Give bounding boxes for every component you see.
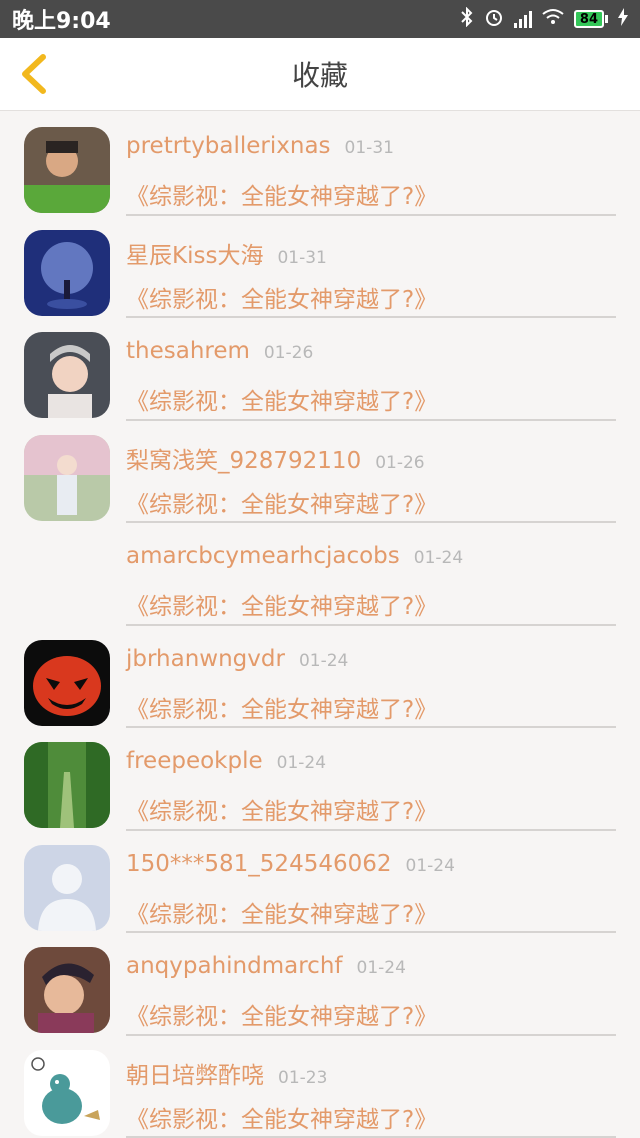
list-item[interactable]: anqypahindmarchf 01-24 《综影视：全能女神穿越了?》 (0, 933, 640, 1036)
chevron-left-icon (22, 54, 46, 94)
user-name: pretrtyballerixnas (126, 133, 331, 159)
date: 01-31 (277, 247, 327, 268)
list-item[interactable]: 150***581_524546062 01-24 《综影视：全能女神穿越了?》 (0, 831, 640, 933)
status-bar: 晚上9:04 84 (0, 0, 640, 38)
list-item[interactable]: amarcbcymearhcjacobs 01-24 《综影视：全能女神穿越了?》 (0, 523, 640, 626)
avatar (24, 947, 110, 1033)
status-time: 晚上9:04 (12, 9, 111, 34)
signal-icon (513, 10, 532, 28)
avatar (24, 434, 110, 521)
book-title: 《综影视：全能女神穿越了?》 (126, 1106, 438, 1133)
date: 01-24 (413, 548, 464, 568)
date: 01-24 (405, 855, 455, 876)
nav-bar: 收藏 (0, 38, 640, 111)
date: 01-26 (263, 343, 314, 363)
book-title: 《综影视：全能女神穿越了?》 (126, 594, 438, 620)
date: 01-26 (375, 452, 425, 473)
user-name: thesahrem (126, 338, 250, 364)
list-item[interactable]: jbrhanwngvdr 01-24 《综影视：全能女神穿越了?》 (0, 626, 640, 728)
list-item[interactable]: 梨窝浅笑_928792110 01-26 《综影视：全能女神穿越了?》 (0, 421, 640, 523)
date: 01-24 (298, 650, 349, 671)
avatar (24, 332, 110, 418)
user-name: anqypahindmarchf (126, 953, 343, 979)
date: 01-24 (356, 958, 406, 978)
avatar (24, 742, 110, 828)
book-title: 《综影视：全能女神穿越了?》 (126, 799, 438, 825)
list-item[interactable]: freepeokple 01-24 《综影视：全能女神穿越了?》 (0, 728, 640, 831)
list-item[interactable]: 星辰Kiss大海 01-31 《综影视：全能女神穿越了?》 (0, 216, 640, 318)
user-name: amarcbcymearhcjacobs (126, 543, 400, 569)
avatar (24, 229, 110, 316)
favorites-list: pretrtyballerixnas 01-31 《综影视：全能女神穿越了?》 星… (0, 111, 640, 1138)
bluetooth-icon (460, 6, 474, 32)
book-title: 《综影视：全能女神穿越了?》 (126, 491, 438, 518)
user-name: 150***581_524546062 (126, 850, 392, 877)
avatar (24, 639, 110, 726)
book-title: 《综影视：全能女神穿越了?》 (126, 696, 438, 723)
date: 01-31 (344, 138, 394, 158)
battery-level: 84 (579, 11, 598, 27)
list-item[interactable]: pretrtyballerixnas 01-31 《综影视：全能女神穿越了?》 (0, 113, 640, 216)
avatar (24, 1049, 110, 1136)
user-name: 梨窝浅笑_928792110 (126, 447, 362, 474)
list-item[interactable]: thesahrem 01-26 《综影视：全能女神穿越了?》 (0, 318, 640, 421)
book-title: 《综影视：全能女神穿越了?》 (126, 389, 438, 415)
date: 01-23 (278, 1067, 328, 1088)
user-name: 星辰Kiss大海 (126, 242, 264, 269)
battery-icon: 84 (573, 10, 608, 28)
wifi-icon (542, 8, 564, 31)
book-title: 《综影视：全能女神穿越了?》 (126, 286, 438, 313)
charging-icon (618, 7, 628, 31)
book-title: 《综影视：全能女神穿越了?》 (126, 184, 438, 210)
book-title: 《综影视：全能女神穿越了?》 (126, 1004, 438, 1030)
user-name: jbrhanwngvdr (126, 645, 285, 672)
user-name: freepeokple (126, 748, 263, 774)
avatar (24, 127, 110, 213)
page-title: 收藏 (291, 59, 348, 92)
back-button[interactable] (14, 52, 54, 96)
alarm-icon (484, 7, 504, 32)
date: 01-24 (276, 753, 327, 773)
list-item[interactable]: 朝日培弊酢哓 01-23 《综影视：全能女神穿越了?》 (0, 1036, 640, 1138)
user-name: 朝日培弊酢哓 (126, 1062, 264, 1089)
avatar (24, 844, 110, 931)
status-icons: 84 (460, 6, 628, 32)
book-title: 《综影视：全能女神穿越了?》 (126, 901, 438, 928)
